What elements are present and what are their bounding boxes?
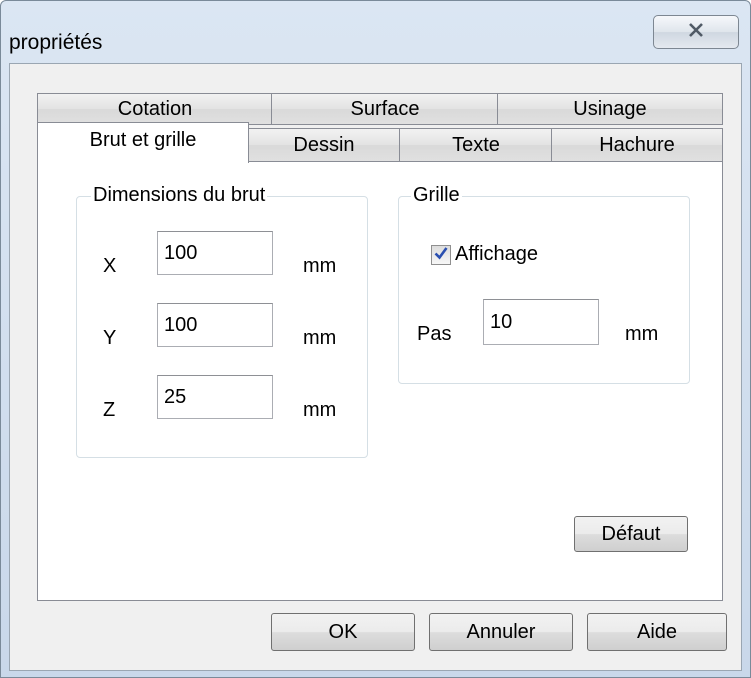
- tab-panel-brut-et-grille: Dimensions du brut X mm Y mm Z mm Grille…: [37, 161, 723, 601]
- ok-button[interactable]: OK: [271, 613, 415, 651]
- pas-label: Pas: [417, 323, 452, 345]
- group-grille: Grille Affichage Pas mm: [398, 184, 690, 384]
- affichage-label[interactable]: Affichage: [455, 243, 538, 266]
- y-input[interactable]: [157, 303, 273, 347]
- tab-label: Usinage: [573, 97, 647, 120]
- window-title: propriétés: [9, 31, 103, 54]
- checkmark-icon: [433, 245, 449, 266]
- tab-label: Hachure: [599, 133, 675, 156]
- tab-label: Texte: [452, 133, 500, 156]
- y-label: Y: [103, 327, 117, 349]
- z-unit-label: mm: [303, 399, 337, 421]
- tab-label: Surface: [350, 97, 420, 120]
- tab-dessin[interactable]: Dessin: [247, 128, 401, 162]
- tab-label: Cotation: [117, 97, 193, 120]
- tab-surface[interactable]: Surface: [271, 93, 499, 125]
- tab-brut-et-grille[interactable]: Brut et grille: [37, 122, 249, 163]
- help-button[interactable]: Aide: [587, 613, 727, 651]
- tab-label: Brut et grille: [89, 129, 197, 151]
- z-input[interactable]: [157, 375, 273, 419]
- properties-dialog: propriétés Cotation Surface Usinage Dess…: [0, 0, 751, 678]
- cancel-button[interactable]: Annuler: [429, 613, 573, 651]
- y-unit-label: mm: [303, 327, 337, 349]
- close-x-icon: [688, 22, 704, 42]
- title-bar[interactable]: propriétés: [1, 1, 750, 63]
- z-label: Z: [103, 399, 116, 421]
- group-legend: Grille: [411, 184, 462, 207]
- x-input[interactable]: [157, 231, 273, 275]
- pas-unit-label: mm: [625, 323, 659, 345]
- tab-cotation[interactable]: Cotation: [37, 93, 273, 125]
- tab-texte[interactable]: Texte: [399, 128, 553, 162]
- tab-usinage[interactable]: Usinage: [497, 93, 723, 125]
- tab-label: Dessin: [293, 133, 355, 156]
- default-button[interactable]: Défaut: [574, 516, 688, 552]
- x-label: X: [103, 255, 117, 277]
- x-unit-label: mm: [303, 255, 337, 277]
- close-button[interactable]: [653, 15, 739, 49]
- group-dimensions-brut: Dimensions du brut X mm Y mm Z mm: [76, 184, 368, 458]
- tab-hachure[interactable]: Hachure: [551, 128, 723, 162]
- affichage-checkbox[interactable]: [431, 245, 451, 265]
- group-legend: Dimensions du brut: [91, 184, 268, 207]
- pas-input[interactable]: [483, 299, 599, 345]
